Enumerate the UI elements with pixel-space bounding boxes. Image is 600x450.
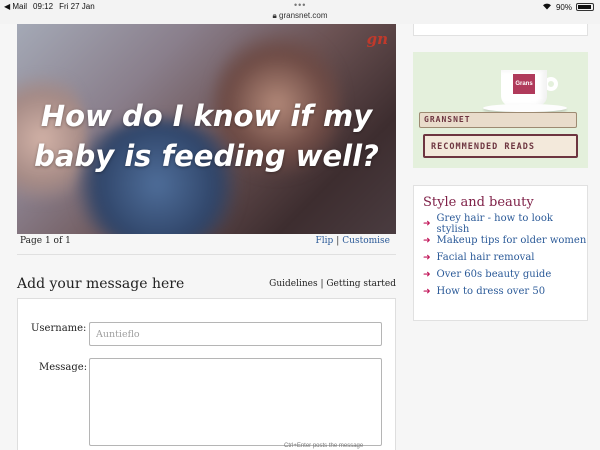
- list-item: ➜ Facial hair removal: [423, 249, 587, 266]
- hero-headline: How do I know if my baby is feeding well…: [17, 96, 396, 176]
- sidebar-link[interactable]: Over 60s beauty guide: [437, 269, 552, 280]
- pagination-bar: Page 1 of 1 Flip | Customise: [17, 236, 396, 246]
- wifi-icon: [542, 2, 552, 12]
- list-item: ➜ Makeup tips for older women: [423, 232, 587, 249]
- cup-logo: Grans: [513, 74, 535, 94]
- customise-link[interactable]: Customise: [342, 236, 390, 246]
- sidebar-link[interactable]: Facial hair removal: [437, 252, 535, 263]
- lock-icon: 🔒︎: [272, 11, 277, 20]
- status-time: 09:12: [33, 2, 54, 11]
- arrow-right-icon: ➜: [423, 235, 431, 246]
- list-item: ➜ Grey hair - how to look stylish: [423, 213, 587, 235]
- address-bar[interactable]: 🔒︎ gransnet.com: [0, 11, 600, 21]
- style-beauty-box: Style and beauty ➜ Grey hair - how to loo…: [413, 185, 588, 321]
- battery-percent: 90%: [555, 2, 572, 12]
- list-item: ➜ How to dress over 50: [423, 283, 587, 300]
- book-spine-gransnet: GRANSNET: [419, 112, 577, 128]
- divider: [17, 254, 396, 255]
- message-label: Message:: [39, 362, 88, 373]
- book-spine-recommended: RECOMMENDED READS: [423, 134, 578, 158]
- username-label: Username:: [31, 323, 87, 334]
- address-url: gransnet.com: [279, 11, 328, 20]
- link-separator: |: [336, 236, 340, 246]
- guidelines-links[interactable]: Guidelines | Getting started: [269, 279, 396, 289]
- back-to-mail-link[interactable]: ◀ Mail: [4, 2, 27, 11]
- arrow-right-icon: ➜: [423, 269, 431, 280]
- page-info: Page 1 of 1: [20, 236, 71, 246]
- gransnet-logo-icon: gn: [366, 30, 388, 48]
- sidebar-link[interactable]: Grey hair - how to look stylish: [437, 213, 587, 235]
- message-textarea[interactable]: [89, 358, 382, 446]
- message-form: Username: Message: Ctrl+Enter posts the …: [17, 298, 396, 450]
- style-beauty-list: ➜ Grey hair - how to look stylish ➜ Makeup…: [423, 213, 587, 300]
- sidebar-link[interactable]: Makeup tips for older women: [437, 235, 587, 246]
- username-input[interactable]: [89, 322, 382, 346]
- list-item: ➜ Over 60s beauty guide: [423, 266, 587, 283]
- submit-hint: Ctrl+Enter posts the message: [284, 443, 364, 449]
- arrow-right-icon: ➜: [423, 252, 431, 263]
- arrow-right-icon: ➜: [423, 218, 431, 229]
- saucer-shape: [483, 104, 567, 112]
- status-date: Fri 27 Jan: [59, 2, 95, 11]
- add-message-title: Add your message here: [17, 276, 185, 292]
- battery-icon: [576, 3, 594, 11]
- ios-status-bar: ◀ Mail 09:12 Fri 27 Jan ••• 🔒︎ gransnet.…: [0, 0, 600, 24]
- hero-headline-line2: baby is feeding well?: [34, 139, 379, 173]
- sidebar-top-box: [413, 24, 588, 36]
- status-left: ◀ Mail 09:12 Fri 27 Jan: [4, 2, 95, 11]
- style-beauty-title: Style and beauty: [423, 195, 534, 210]
- more-dots-icon[interactable]: •••: [294, 0, 306, 10]
- recommended-reads-promo[interactable]: Grans GRANSNET RECOMMENDED READS: [413, 52, 588, 168]
- arrow-right-icon: ➜: [423, 286, 431, 297]
- page-actions: Flip | Customise: [315, 236, 390, 246]
- hero-headline-line1: How do I know if my: [40, 99, 373, 133]
- flip-link[interactable]: Flip: [315, 236, 333, 246]
- status-right: 90%: [542, 2, 594, 12]
- sidebar-link[interactable]: How to dress over 50: [437, 286, 546, 297]
- article-hero-image: gn How do I know if my baby is feeding w…: [17, 24, 396, 234]
